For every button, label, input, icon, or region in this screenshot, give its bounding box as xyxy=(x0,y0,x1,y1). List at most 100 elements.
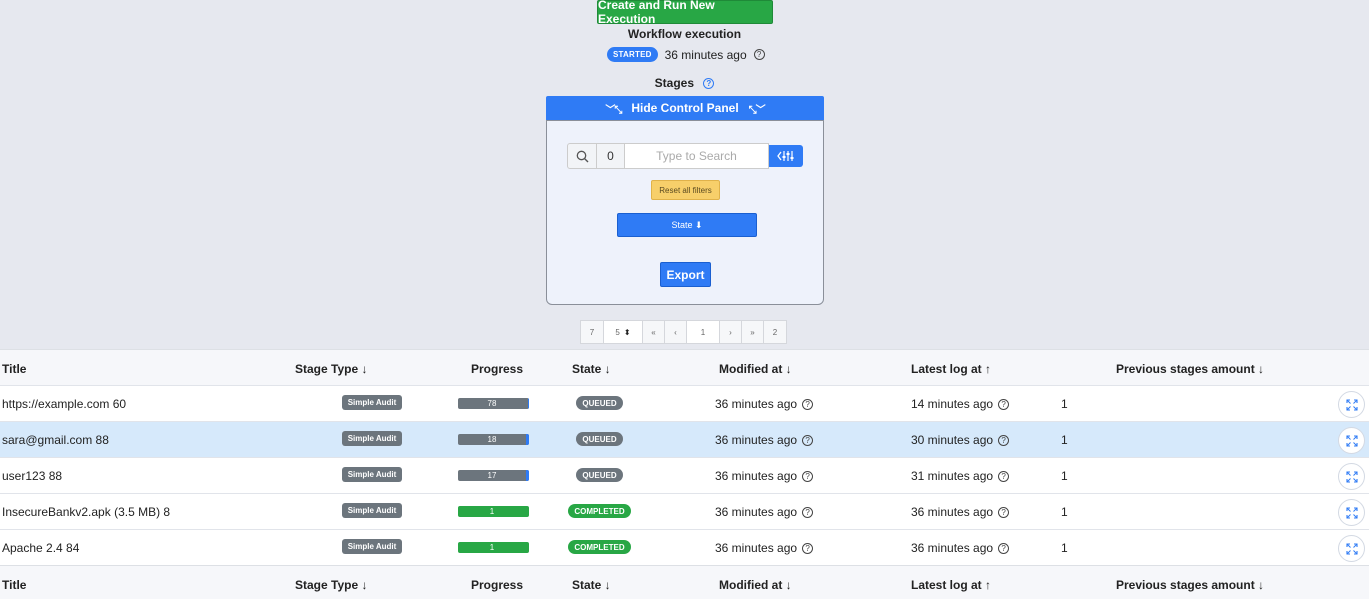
progress-label: 17 xyxy=(487,471,497,480)
state-filter-button[interactable]: State ⬇ xyxy=(617,213,757,237)
latest-log-text: 36 minutes ago xyxy=(911,541,994,555)
modified-at: 36 minutes ago? xyxy=(715,397,814,411)
help-icon[interactable]: ? xyxy=(998,506,1010,518)
column-stage-type[interactable]: Stage Type ↓ xyxy=(295,578,367,592)
search-icon[interactable] xyxy=(567,143,597,169)
column-previous-stages[interactable]: Previous stages amount ↓ xyxy=(1116,362,1264,376)
progress-label: 1 xyxy=(489,543,495,552)
table-header: Title Stage Type ↓ Progress State ↓ Modi… xyxy=(0,349,1369,385)
total-count: 7 xyxy=(580,320,604,344)
progress-label: 78 xyxy=(487,399,497,408)
expand-icon[interactable] xyxy=(1338,427,1365,454)
progress-bar: 1 xyxy=(458,506,529,517)
modified-at-text: 36 minutes ago xyxy=(715,469,798,483)
page-size-value: 5 xyxy=(615,327,620,337)
progress-fill xyxy=(526,470,529,481)
expand-icon[interactable] xyxy=(1338,463,1365,490)
status-badge: STARTED xyxy=(607,47,658,62)
search-input[interactable] xyxy=(625,143,769,169)
progress-bar: 17 xyxy=(458,470,529,481)
hide-control-panel-button[interactable]: ﹀⤡ Hide Control Panel ⤡﹀ xyxy=(546,96,824,120)
table-row[interactable]: https://example.com 60 Simple Audit 78 QUEU… xyxy=(0,385,1369,421)
page-size-select[interactable]: 5 ⬍ xyxy=(603,320,643,344)
column-modified[interactable]: Modified at ↓ xyxy=(719,362,792,376)
previous-stages-count: 1 xyxy=(1061,433,1068,447)
help-icon[interactable]: ? xyxy=(802,434,814,446)
modified-at: 36 minutes ago? xyxy=(715,505,814,519)
expand-icon[interactable] xyxy=(1338,535,1365,562)
column-title[interactable]: Title xyxy=(2,362,26,376)
progress-label: 1 xyxy=(489,507,495,516)
modified-at: 36 minutes ago? xyxy=(715,433,814,447)
state-badge: COMPLETED xyxy=(568,540,631,554)
state-badge: QUEUED xyxy=(576,432,623,446)
row-title: https://example.com 60 xyxy=(2,397,127,411)
stage-type-badge: Simple Audit xyxy=(342,395,402,410)
help-icon[interactable]: ? xyxy=(802,470,814,482)
stage-type-badge: Simple Audit xyxy=(342,539,402,554)
column-state[interactable]: State ↓ xyxy=(572,578,611,592)
last-page-button[interactable]: » xyxy=(741,320,764,344)
modified-at: 36 minutes ago? xyxy=(715,541,814,555)
row-title: InsecureBankv2.apk (3.5 MB) 8 xyxy=(2,505,171,519)
collapse-icon: ⤡﹀ xyxy=(748,104,766,116)
progress-label: 18 xyxy=(487,435,497,444)
help-icon[interactable]: ? xyxy=(802,398,814,410)
stage-type-badge: Simple Audit xyxy=(342,431,402,446)
first-page-button[interactable]: « xyxy=(642,320,665,344)
column-modified[interactable]: Modified at ↓ xyxy=(719,578,792,592)
progress-fill xyxy=(528,398,529,409)
prev-page-button[interactable]: ‹ xyxy=(664,320,687,344)
column-latest-log[interactable]: Latest log at ↑ xyxy=(911,362,991,376)
latest-log-text: 14 minutes ago xyxy=(911,397,994,411)
reset-filters-button[interactable]: Reset all filters xyxy=(651,180,720,200)
column-progress[interactable]: Progress xyxy=(471,362,523,376)
modified-at-text: 36 minutes ago xyxy=(715,541,798,555)
table-row[interactable]: user123 88 Simple Audit 17 QUEUED 36 minutes… xyxy=(0,457,1369,493)
column-previous-stages[interactable]: Previous stages amount ↓ xyxy=(1116,578,1264,592)
table-row[interactable]: sara@gmail.com 88 Simple Audit 18 QUEUED 36 … xyxy=(0,421,1369,457)
row-title: user123 88 xyxy=(2,469,63,483)
column-progress[interactable]: Progress xyxy=(471,578,523,592)
previous-stages-count: 1 xyxy=(1061,469,1068,483)
stage-type-badge: Simple Audit xyxy=(342,467,402,482)
collapse-icon: ﹀⤡ xyxy=(605,104,622,116)
help-icon[interactable]: ? xyxy=(998,470,1010,482)
expand-icon[interactable] xyxy=(1338,499,1365,526)
table-row[interactable]: Apache 2.4 84 Simple Audit 1 COMPLETED 36 mi… xyxy=(0,529,1369,565)
column-title[interactable]: Title xyxy=(2,578,26,592)
help-icon[interactable]: ? xyxy=(802,506,814,518)
column-state[interactable]: State ↓ xyxy=(572,362,611,376)
column-latest-log[interactable]: Latest log at ↑ xyxy=(911,578,991,592)
expand-icon[interactable] xyxy=(1338,391,1365,418)
stages-label: Stages xyxy=(654,76,694,90)
column-stage-type[interactable]: Stage Type ↓ xyxy=(295,362,367,376)
help-icon[interactable]: ? xyxy=(703,78,715,90)
latest-log-text: 30 minutes ago xyxy=(911,433,994,447)
latest-log-at: 36 minutes ago? xyxy=(911,505,1010,519)
current-page[interactable]: 1 xyxy=(686,320,720,344)
latest-log-at: 14 minutes ago? xyxy=(911,397,1010,411)
table-row[interactable]: InsecureBankv2.apk (3.5 MB) 8 Simple Audi… xyxy=(0,493,1369,529)
export-button[interactable]: Export xyxy=(660,262,711,287)
latest-log-at: 36 minutes ago? xyxy=(911,541,1010,555)
previous-stages-count: 1 xyxy=(1061,505,1068,519)
next-page-button[interactable]: › xyxy=(719,320,742,344)
page-count: 2 xyxy=(763,320,787,344)
help-icon[interactable]: ? xyxy=(998,542,1010,554)
help-icon[interactable]: ? xyxy=(802,542,814,554)
help-icon[interactable]: ? xyxy=(753,49,765,60)
state-badge: COMPLETED xyxy=(568,504,631,518)
modified-at-text: 36 minutes ago xyxy=(715,505,798,519)
row-title: sara@gmail.com 88 xyxy=(2,433,109,447)
help-icon[interactable]: ? xyxy=(998,434,1010,446)
progress-bar: 1 xyxy=(458,542,529,553)
previous-stages-count: 1 xyxy=(1061,541,1068,555)
stages-heading: Stages ? xyxy=(0,76,1369,90)
page-title: Workflow execution xyxy=(627,27,742,41)
filter-settings-button[interactable] xyxy=(769,145,803,167)
help-icon[interactable]: ? xyxy=(998,398,1010,410)
create-execution-button[interactable]: Create and Run New Execution xyxy=(597,0,773,26)
toggle-label: Hide Control Panel xyxy=(631,101,739,115)
sort-icon: ⬍ xyxy=(623,327,631,337)
